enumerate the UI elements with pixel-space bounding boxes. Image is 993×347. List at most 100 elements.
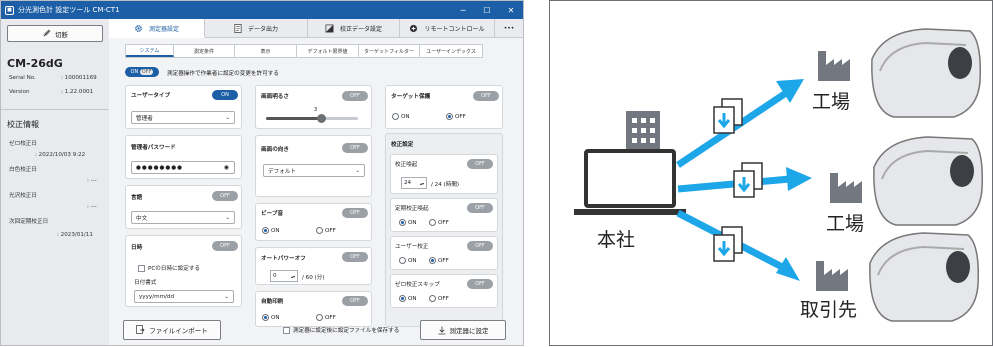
user-cal-toggle[interactable]: OFF <box>467 241 493 251</box>
sub-tabs: システム 測定条件 表示 デフォルト限界値 ターゲットフィルター ユーザーインデ… <box>125 44 483 58</box>
stepper-arrows-icon[interactable]: ▴▾ <box>291 274 295 279</box>
close-button[interactable]: ✕ <box>499 6 523 15</box>
calibration-settings-title: 校正設定 <box>391 142 414 148</box>
subtab-system[interactable]: システム <box>126 45 174 57</box>
brightness-slider-track[interactable] <box>266 114 358 123</box>
autoprint-panel: 自動印刷 OFF ON OFF <box>255 291 372 327</box>
autopower-toggle[interactable]: OFF <box>342 252 368 262</box>
cal-warning-group: 校正喚起 OFF 24 ▴▾ / 24 (時間) <box>390 154 498 194</box>
download-icon <box>438 326 446 335</box>
calibration-icon <box>325 24 334 33</box>
title-bar: ■ 分光測色計 設定ツール CM-CT1 ─ ☐ ✕ <box>1 1 523 19</box>
toggle-on-label: ON <box>130 69 139 75</box>
chevron-down-icon: ⌄ <box>355 167 360 174</box>
pc-datetime-checkbox[interactable]: PCの日時に設定する <box>138 264 200 272</box>
tab-label: 校正データ設定 <box>339 25 382 33</box>
password-field[interactable]: ●●●●●●●● ◉ <box>131 161 235 174</box>
target-protect-off-radio[interactable]: OFF <box>446 113 466 120</box>
spectrophotometer-icon <box>873 136 984 226</box>
user-type-panel: ユーザータイプ ON 管理者 ⌄ <box>125 85 242 129</box>
beep-on-radio[interactable]: ON <box>262 227 280 234</box>
cal-warning-suffix: / 24 (時間) <box>431 182 460 188</box>
radio-label: ON <box>408 257 417 264</box>
cal-warning-toggle[interactable]: OFF <box>467 159 493 169</box>
user-cal-on-radio[interactable]: ON <box>399 257 417 264</box>
autoprint-off-radio[interactable]: OFF <box>316 314 336 321</box>
beep-off-radio[interactable]: OFF <box>316 227 336 234</box>
allow-change-toggle[interactable]: ON OFF <box>125 67 159 77</box>
user-cal-off-radio[interactable]: OFF <box>429 257 449 264</box>
user-type-select[interactable]: 管理者 ⌄ <box>131 111 235 124</box>
tab-device-settings[interactable]: 測定器設定 <box>109 19 205 38</box>
cal-warning-stepper[interactable]: 24 ▴▾ <box>401 177 427 189</box>
stepper-arrows-icon[interactable]: ▴▾ <box>420 181 424 186</box>
autopower-suffix: / 60 (分) <box>302 275 325 281</box>
radio-circle <box>446 113 453 120</box>
radio-circle <box>316 227 323 234</box>
target-protect-toggle[interactable]: OFF <box>473 91 499 101</box>
subtab-target-filter[interactable]: ターゲットフィルター <box>359 45 420 57</box>
periodic-off-radio[interactable]: OFF <box>429 219 449 226</box>
zero-skip-toggle[interactable]: OFF <box>467 279 493 289</box>
language-panel: 言語 OFF 中文 ⌄ <box>125 185 242 229</box>
zero-skip-on-radio[interactable]: ON <box>399 295 417 302</box>
tab-data-output[interactable]: データ出力 <box>205 19 308 38</box>
radio-label: ON <box>271 314 280 321</box>
file-import-label: ファイルインポート <box>149 327 208 335</box>
more-tabs-button[interactable]: ••• <box>495 19 523 38</box>
beep-toggle[interactable]: OFF <box>342 208 368 218</box>
maximize-button[interactable]: ☐ <box>475 6 499 15</box>
spectrophotometer-icon <box>869 232 980 322</box>
apply-to-device-button[interactable]: 測定器に設定 <box>420 320 506 340</box>
eye-icon[interactable]: ◉ <box>224 164 230 171</box>
calibration-settings-panel: 校正設定 校正喚起 OFF 24 ▴▾ / 24 (時間) 定期校正喚起 OFF … <box>385 133 503 327</box>
periodic-cal-toggle[interactable]: OFF <box>467 203 493 213</box>
disconnect-button[interactable]: 切断 <box>7 25 103 42</box>
brightness-slider-thumb[interactable] <box>317 114 327 123</box>
radio-circle <box>262 314 269 321</box>
minimize-button[interactable]: ─ <box>451 6 475 15</box>
autopower-stepper[interactable]: 0 ▴▾ <box>270 270 298 282</box>
autoprint-on-radio[interactable]: ON <box>262 314 280 321</box>
language-select[interactable]: 中文 ⌄ <box>131 211 235 224</box>
orientation-toggle[interactable]: OFF <box>342 143 368 153</box>
gloss-cal-value: : --- <box>87 204 97 210</box>
date-format-title: 日付書式 <box>134 280 157 286</box>
radio-circle <box>399 257 406 264</box>
window-title: 分光測色計 設定ツール CM-CT1 <box>18 6 120 14</box>
tab-calibration-data[interactable]: 校正データ設定 <box>308 19 400 38</box>
file-import-button[interactable]: ファイルインポート <box>123 320 221 340</box>
brightness-toggle[interactable]: OFF <box>342 91 368 101</box>
user-cal-group: ユーザー校正 OFF ON OFF <box>390 236 498 270</box>
password-value: ●●●●●●●● <box>136 164 184 171</box>
chevron-down-icon: ⌄ <box>225 214 230 221</box>
zero-skip-off-radio[interactable]: OFF <box>429 295 449 302</box>
checkbox-box <box>283 326 290 334</box>
allow-change-label: 測定器操作で作業者に設定の変更を許可する <box>167 71 279 77</box>
save-after-checkbox[interactable]: 測定器に設定後に設定ファイルを保存する <box>283 326 399 334</box>
subtab-default-limits[interactable]: デフォルト限界値 <box>297 45 359 57</box>
target-protect-on-radio[interactable]: ON <box>392 113 410 120</box>
datetime-toggle[interactable]: OFF <box>212 241 238 251</box>
autoprint-toggle[interactable]: OFF <box>342 296 368 306</box>
user-type-value: 管理者 <box>136 115 153 122</box>
remote-icon <box>409 24 418 33</box>
date-format-select[interactable]: yyyy/mm/dd ⌄ <box>134 290 234 303</box>
apply-label: 測定器に設定 <box>449 327 489 335</box>
orientation-select[interactable]: デフォルト ⌄ <box>263 164 365 177</box>
periodic-on-radio[interactable]: ON <box>399 219 417 226</box>
serial-value: : 100001169 <box>61 75 97 81</box>
user-type-toggle[interactable]: ON <box>212 90 238 100</box>
brightness-slider-fill <box>266 117 322 120</box>
orientation-title: 画面の向き <box>261 147 289 153</box>
factory-icon <box>818 51 850 81</box>
subtab-display[interactable]: 表示 <box>235 45 297 57</box>
radio-circle <box>429 219 436 226</box>
factory-icon <box>830 173 862 203</box>
language-toggle[interactable]: OFF <box>212 191 238 201</box>
subtab-user-index[interactable]: ユーザーインデックス <box>420 45 482 57</box>
tab-remote-control[interactable]: リモートコントロール <box>400 19 495 38</box>
subtab-measurement-conditions[interactable]: 測定条件 <box>174 45 235 57</box>
sidebar: 切断 CM-26dG Serial No. : 100001169 Versio… <box>1 19 109 345</box>
target-protect-panel: ターゲット保護 OFF ON OFF <box>385 85 503 129</box>
